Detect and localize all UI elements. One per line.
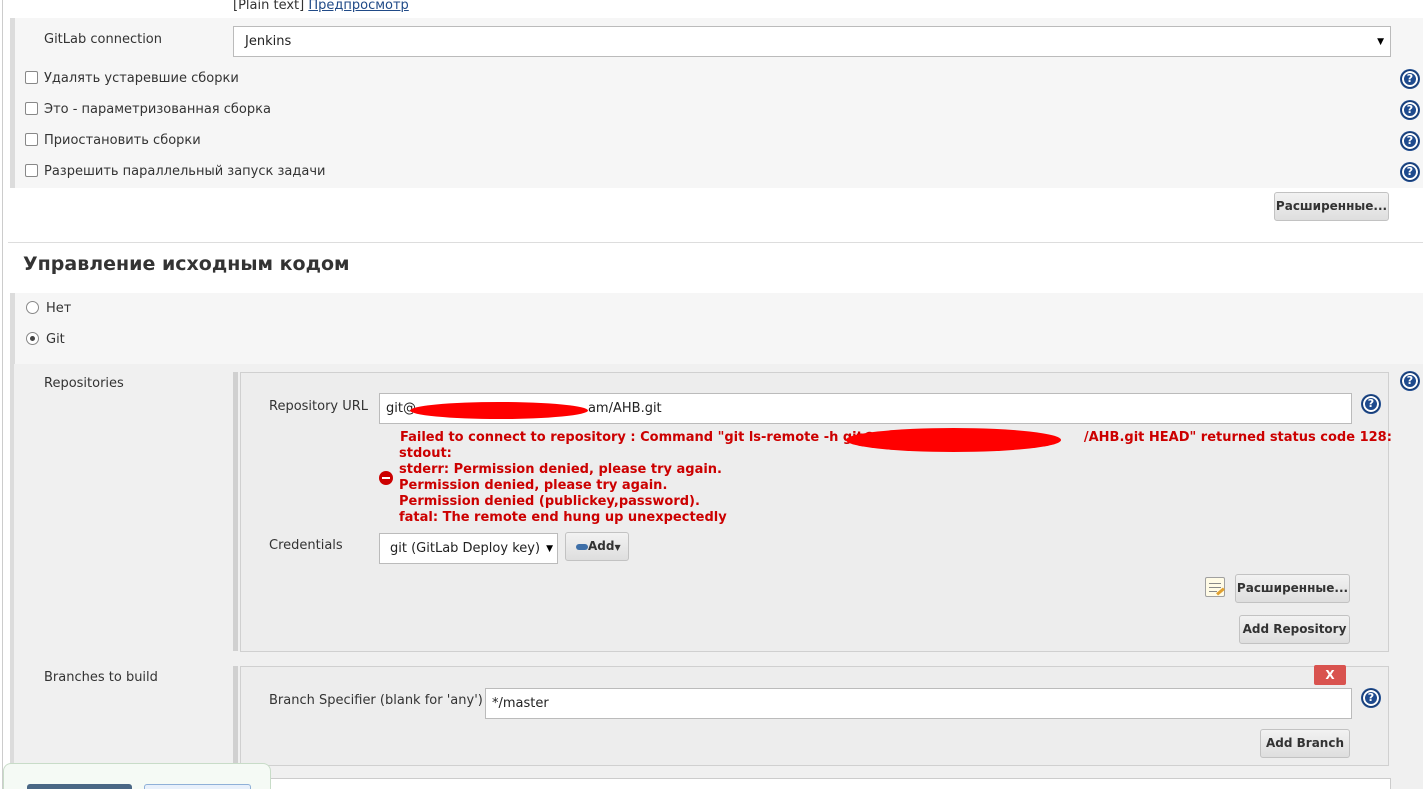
error-icon xyxy=(379,471,393,485)
scm-none-label: Нет xyxy=(46,301,72,316)
discard-old-builds-checkbox[interactable] xyxy=(25,71,38,84)
gitlab-connection-value: Jenkins xyxy=(245,34,292,49)
error-line-1-prefix: Failed to connect to repository : Comman… xyxy=(400,430,876,445)
delete-branch-button[interactable]: X xyxy=(1314,665,1346,685)
repository-url-label: Repository URL xyxy=(269,399,369,414)
error-line-4: Permission denied, please try again. xyxy=(399,478,668,493)
scm-git-label: Git xyxy=(46,332,65,347)
error-line-5: Permission denied (publickey,password). xyxy=(399,494,700,509)
add-branch-button[interactable]: Add Branch xyxy=(1260,729,1350,758)
concurrent-builds-label: Разрешить параллельный запуск задачи xyxy=(44,164,326,179)
disable-builds-label: Приостановить сборки xyxy=(44,133,201,148)
advanced-button[interactable]: Расширенные... xyxy=(1274,192,1389,221)
error-line-2: stdout: xyxy=(399,446,452,461)
parameterized-build-checkbox[interactable] xyxy=(25,102,38,115)
add-credentials-button[interactable]: Add▼ xyxy=(565,532,629,561)
branches-label: Branches to build xyxy=(44,670,158,685)
repositories-label: Repositories xyxy=(44,376,124,391)
branches-bar xyxy=(233,666,238,766)
redaction-mark xyxy=(846,428,1061,452)
branch-specifier-value: */master xyxy=(492,696,549,711)
dropdown-arrow-icon: ▼ xyxy=(546,544,553,554)
error-line-6: fatal: The remote end hung up unexpected… xyxy=(399,510,727,525)
help-icon[interactable]: ? xyxy=(1401,70,1419,88)
repository-advanced-button[interactable]: Расширенные... xyxy=(1235,574,1350,603)
apply-button[interactable] xyxy=(144,784,251,789)
dropdown-arrow-icon: ▼ xyxy=(614,543,621,552)
error-line-3: stderr: Permission denied, please try ag… xyxy=(399,462,723,477)
plain-text-label: [Plain text] xyxy=(233,0,305,13)
gitlab-connection-select[interactable]: Jenkins ▼ xyxy=(233,26,1391,57)
credentials-select[interactable]: git (GitLab Deploy key) ▼ xyxy=(379,533,558,564)
credentials-label: Credentials xyxy=(269,538,343,553)
left-border xyxy=(2,0,3,789)
section-divider xyxy=(8,242,1423,243)
help-icon[interactable]: ? xyxy=(1401,163,1419,181)
discard-old-builds-label: Удалять устаревшие сборки xyxy=(44,71,239,86)
scm-git-radio[interactable] xyxy=(26,332,39,345)
save-button[interactable] xyxy=(27,784,132,789)
scm-heading: Управление исходным кодом xyxy=(23,253,350,275)
help-icon[interactable]: ? xyxy=(1401,132,1419,150)
help-icon[interactable]: ? xyxy=(1362,395,1380,413)
repository-url-suffix: am/AHB.git xyxy=(587,401,662,416)
branch-specifier-label: Branch Specifier (blank for 'any') xyxy=(269,693,483,708)
error-line-1-suffix: /AHB.git HEAD" returned status code 128: xyxy=(1083,430,1392,445)
next-panel xyxy=(240,778,1391,789)
help-icon[interactable]: ? xyxy=(1362,689,1380,707)
credentials-value: git (GitLab Deploy key) xyxy=(390,541,541,556)
radio-selected-dot xyxy=(30,336,35,341)
notepad-icon[interactable] xyxy=(1205,577,1225,597)
gitlab-connection-label: GitLab connection xyxy=(44,32,163,47)
key-icon xyxy=(576,543,588,550)
redaction-mark xyxy=(410,402,588,419)
add-credentials-label: Add xyxy=(588,539,615,553)
concurrent-builds-checkbox[interactable] xyxy=(25,164,38,177)
dropdown-arrow-icon: ▼ xyxy=(1377,37,1384,47)
markup-info: [Plain text] Предпросмотр xyxy=(233,0,409,13)
help-icon[interactable]: ? xyxy=(1401,101,1419,119)
help-icon[interactable]: ? xyxy=(1401,372,1419,390)
parameterized-build-label: Это - параметризованная сборка xyxy=(44,102,271,117)
repositories-bar xyxy=(233,372,238,651)
branch-specifier-input[interactable]: */master xyxy=(485,688,1352,719)
disable-builds-checkbox[interactable] xyxy=(25,133,38,146)
add-repository-button[interactable]: Add Repository xyxy=(1239,615,1350,644)
preview-link[interactable]: Предпросмотр xyxy=(308,0,408,13)
scm-none-radio[interactable] xyxy=(26,301,39,314)
section-bar xyxy=(10,18,15,188)
